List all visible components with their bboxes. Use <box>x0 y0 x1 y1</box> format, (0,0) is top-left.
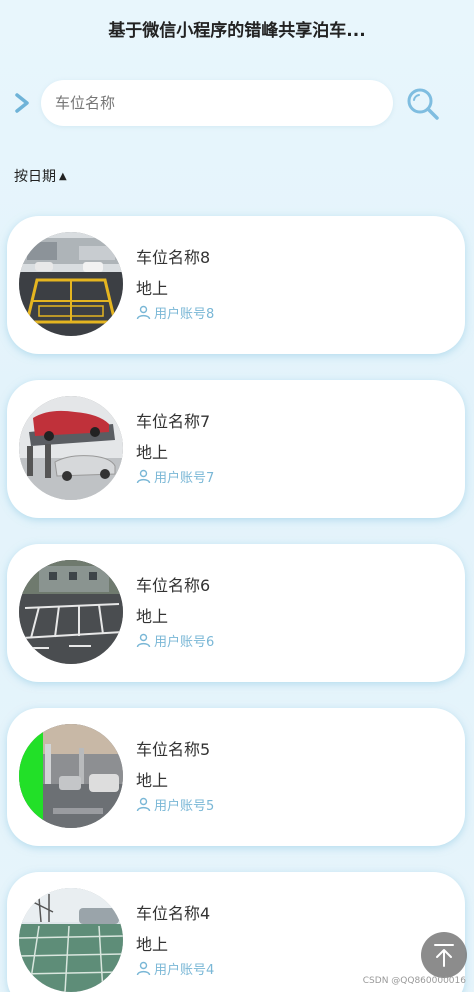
page-title: 基于微信小程序的错峰共享泊车... <box>108 21 366 41</box>
sort-label: 按日期 <box>14 169 56 185</box>
sort-up-icon: ▲ <box>59 170 67 182</box>
user-account[interactable]: 用户账号5 <box>136 795 214 814</box>
parking-location: 地上 <box>136 935 169 954</box>
parking-thumbnail <box>19 560 123 664</box>
parking-name: 车位名称7 <box>136 412 211 431</box>
parking-thumbnail <box>19 724 123 828</box>
parking-name: 车位名称8 <box>136 248 211 267</box>
sort-by-date-toggle[interactable]: 按日期 ▲ <box>14 166 67 186</box>
user-account-label: 用户账号5 <box>154 799 215 814</box>
list-item[interactable]: 车位名称4 地上 用户账号4 <box>7 872 465 992</box>
list-item[interactable]: 车位名称6 地上 用户账号6 <box>7 544 465 682</box>
parking-name: 车位名称4 <box>136 904 211 923</box>
parking-thumbnail <box>19 396 123 500</box>
list-item[interactable]: 车位名称8 地上 用户账号8 <box>7 216 465 354</box>
user-icon <box>136 305 151 320</box>
user-icon <box>136 469 151 484</box>
user-account[interactable]: 用户账号7 <box>136 467 214 486</box>
user-icon <box>136 797 151 812</box>
back-to-top-button[interactable] <box>421 932 467 978</box>
user-account[interactable]: 用户账号6 <box>136 631 214 650</box>
user-account-label: 用户账号4 <box>154 963 215 978</box>
user-account-label: 用户账号6 <box>154 635 215 650</box>
user-account-label: 用户账号8 <box>154 307 215 322</box>
parking-thumbnail <box>19 888 123 992</box>
parking-location: 地上 <box>136 771 169 790</box>
chevron-right-icon[interactable] <box>13 93 31 113</box>
user-account[interactable]: 用户账号8 <box>136 303 214 322</box>
search-input[interactable] <box>41 80 393 126</box>
list-item[interactable]: 车位名称5 地上 用户账号5 <box>7 708 465 846</box>
parking-location: 地上 <box>136 443 169 462</box>
search-icon[interactable] <box>405 86 441 122</box>
search-field[interactable] <box>41 80 393 126</box>
parking-name: 车位名称6 <box>136 576 211 595</box>
parking-name: 车位名称5 <box>136 740 211 759</box>
user-account-label: 用户账号7 <box>154 471 215 486</box>
parking-location: 地上 <box>136 607 169 626</box>
arrow-up-icon <box>434 944 454 967</box>
user-icon <box>136 633 151 648</box>
list-item[interactable]: 车位名称7 地上 用户账号7 <box>7 380 465 518</box>
search-bar <box>0 80 474 126</box>
watermark: CSDN @QQ860000016 <box>362 976 466 986</box>
user-icon <box>136 961 151 976</box>
user-account[interactable]: 用户账号4 <box>136 959 214 978</box>
parking-thumbnail <box>19 232 123 336</box>
parking-location: 地上 <box>136 279 169 298</box>
